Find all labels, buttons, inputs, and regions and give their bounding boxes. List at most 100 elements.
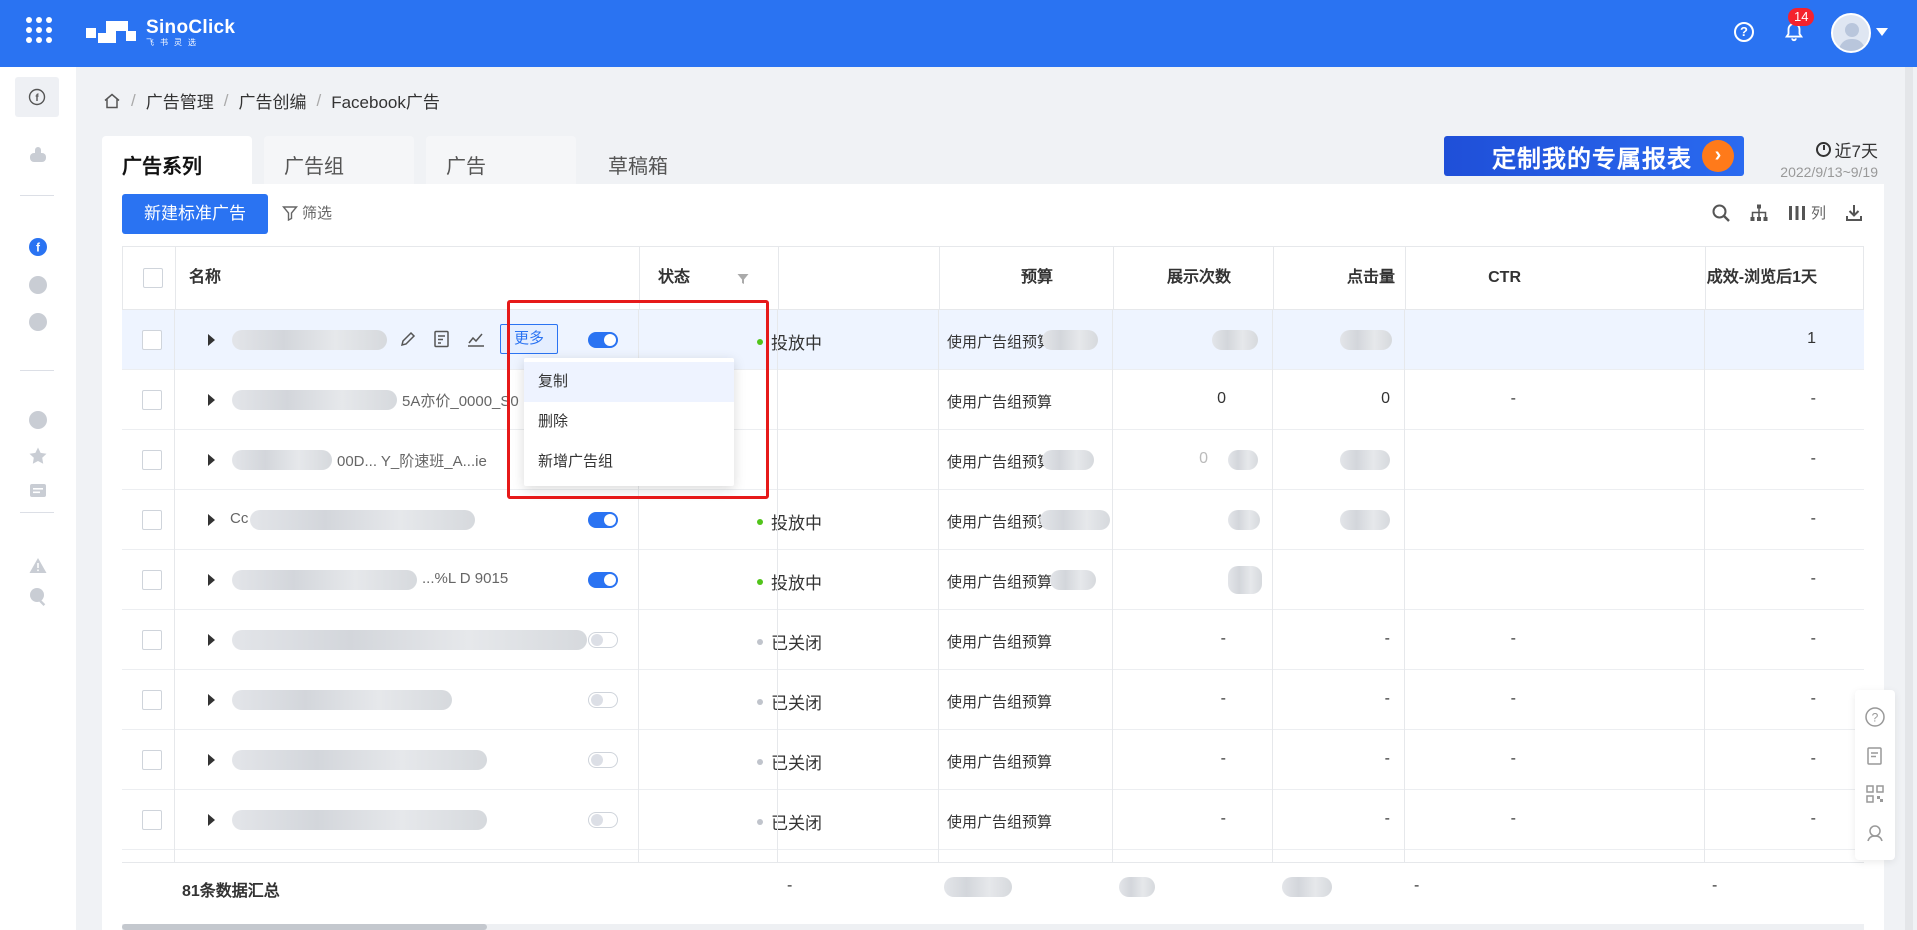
header-ctr[interactable]: CTR <box>1397 247 1521 309</box>
logo[interactable]: SinoClick 飞书灵选 <box>86 18 235 47</box>
date-range-picker[interactable]: 近7天 2022/9/13~9/19 <box>1772 137 1878 180</box>
table-row[interactable]: 已关闭 使用广告组预算 - - - - <box>122 670 1864 730</box>
header-results[interactable]: 成效-浏览后1天 <box>1523 247 1817 309</box>
table-row[interactable]: 5A亦价_0000_S0 使用广告组预算 0 0 - - <box>122 370 1864 430</box>
tab-drafts[interactable]: 草稿箱 <box>588 136 688 184</box>
tab-ads[interactable]: 广告 <box>426 136 576 184</box>
table-row[interactable]: 已关闭 使用广告组预算 - - - - <box>122 730 1864 790</box>
row-checkbox[interactable] <box>142 630 162 650</box>
help-icon[interactable]: ? <box>1864 706 1886 728</box>
horizontal-scrollbar[interactable] <box>122 924 1864 930</box>
qr-code-icon[interactable] <box>1864 783 1886 805</box>
sidebar-facebook-ads[interactable]: f <box>15 77 59 117</box>
home-icon[interactable] <box>103 92 121 110</box>
select-all-checkbox[interactable] <box>143 268 163 288</box>
clicks-blurred <box>1212 330 1258 350</box>
campaign-name-blurred <box>232 450 332 470</box>
expand-caret-icon[interactable] <box>208 334 215 346</box>
sidebar-analytics[interactable] <box>24 406 52 434</box>
expand-caret-icon[interactable] <box>208 394 215 406</box>
columns-button[interactable]: 列 <box>1787 202 1826 223</box>
search-icon[interactable] <box>1711 203 1731 223</box>
row-checkbox[interactable] <box>142 510 162 530</box>
row-checkbox[interactable] <box>142 750 162 770</box>
sidebar-search[interactable] <box>24 582 52 610</box>
sidebar-facebook[interactable]: f <box>24 233 52 261</box>
header-name[interactable]: 名称 <box>189 247 221 309</box>
summary-impressions-blurred <box>944 877 1012 897</box>
vertical-scrollbar[interactable] <box>1905 67 1913 930</box>
expand-caret-icon[interactable] <box>208 754 215 766</box>
sidebar-favorites[interactable] <box>24 442 52 470</box>
row-checkbox[interactable] <box>142 690 162 710</box>
summary-ctr: - <box>1414 877 1420 894</box>
row-checkbox[interactable] <box>142 810 162 830</box>
tab-campaigns[interactable]: 广告系列 <box>102 136 252 184</box>
results-cell: - <box>1810 450 1816 467</box>
breadcrumb-item-ad-management[interactable]: 广告管理 <box>146 88 214 113</box>
impressions-cell: - <box>1220 630 1226 647</box>
apps-grid-icon[interactable] <box>26 17 52 43</box>
custom-report-banner[interactable]: 定制我的专属报表 › <box>1444 136 1744 176</box>
results-cell: - <box>1810 750 1816 767</box>
table-row[interactable]: 已关闭 使用广告组预算 - - - - <box>122 610 1864 670</box>
table-row[interactable]: Cc 投放中 使用广告组预算 - <box>122 490 1864 550</box>
notification-badge: 14 <box>1788 8 1815 26</box>
menu-item-delete[interactable]: 删除 <box>524 402 734 442</box>
filter-button[interactable]: 筛选 <box>282 202 332 223</box>
expand-caret-icon[interactable] <box>208 814 215 826</box>
status-filter-icon[interactable] <box>737 273 749 285</box>
summary-row: 81条数据汇总 - - - <box>122 862 1864 912</box>
status-toggle[interactable] <box>588 812 618 828</box>
menu-item-new-ad-set[interactable]: 新增广告组 <box>524 442 734 482</box>
expand-caret-icon[interactable] <box>208 454 215 466</box>
vertical-scrollbar-thumb[interactable] <box>1905 67 1913 930</box>
download-icon[interactable] <box>1844 203 1864 223</box>
status-toggle[interactable] <box>588 752 618 768</box>
chart-line-icon[interactable] <box>466 329 486 349</box>
header-impressions[interactable]: 展示次数 <box>1059 247 1231 309</box>
sidebar-google[interactable] <box>24 271 52 299</box>
edit-document-icon[interactable] <box>432 329 452 349</box>
table-row[interactable]: 已关闭 使用广告组预算 - - - - <box>122 790 1864 850</box>
expand-caret-icon[interactable] <box>208 574 215 586</box>
customer-service-icon[interactable] <box>1864 822 1886 844</box>
row-checkbox[interactable] <box>142 570 162 590</box>
header-status[interactable]: 状态 <box>658 247 690 309</box>
status-toggle[interactable] <box>588 632 618 648</box>
hierarchy-icon[interactable] <box>1749 203 1769 223</box>
sidebar-tiktok[interactable] <box>24 308 52 336</box>
expand-caret-icon[interactable] <box>208 514 215 526</box>
expand-caret-icon[interactable] <box>208 634 215 646</box>
new-standard-ad-button[interactable]: 新建标准广告 <box>122 194 268 234</box>
user-avatar[interactable] <box>1831 13 1871 53</box>
user-menu-caret-icon[interactable] <box>1876 28 1888 36</box>
row-checkbox[interactable] <box>142 390 162 410</box>
status-toggle[interactable] <box>588 572 618 588</box>
breadcrumb-item-ad-creation[interactable]: 广告创编 <box>238 88 306 113</box>
status-toggle[interactable] <box>588 332 618 348</box>
tiktok-icon <box>29 313 47 331</box>
sidebar-reports[interactable] <box>24 478 52 506</box>
impressions-cell: - <box>1220 750 1226 767</box>
table-row[interactable]: ...%L D 9015 投放中 使用广告组预算 - <box>122 550 1864 610</box>
results-cell: - <box>1810 630 1816 647</box>
expand-caret-icon[interactable] <box>208 694 215 706</box>
sidebar-alerts[interactable] <box>24 552 52 580</box>
sidebar-cloud[interactable] <box>24 140 52 168</box>
table-row[interactable]: 00D... Y_阶速班_A...ie 使用广告组预算 0 - <box>122 430 1864 490</box>
row-checkbox[interactable] <box>142 450 162 470</box>
row-checkbox[interactable] <box>142 330 162 350</box>
edit-icon[interactable] <box>398 329 418 349</box>
status-toggle[interactable] <box>588 512 618 528</box>
more-button[interactable]: 更多 <box>500 324 558 354</box>
header-clicks[interactable]: 点击量 <box>1233 247 1395 309</box>
tab-ad-sets[interactable]: 广告组 <box>264 136 414 184</box>
help-icon[interactable]: ? <box>1734 22 1754 42</box>
header-budget[interactable]: 预算 <box>813 247 1053 309</box>
scrollbar-thumb[interactable] <box>122 924 487 930</box>
feedback-icon[interactable] <box>1864 745 1886 767</box>
status-toggle[interactable] <box>588 692 618 708</box>
table-row[interactable]: 更多 投放中 使用广告组预算 1 <box>122 310 1864 370</box>
menu-item-copy[interactable]: 复制 <box>524 362 734 402</box>
